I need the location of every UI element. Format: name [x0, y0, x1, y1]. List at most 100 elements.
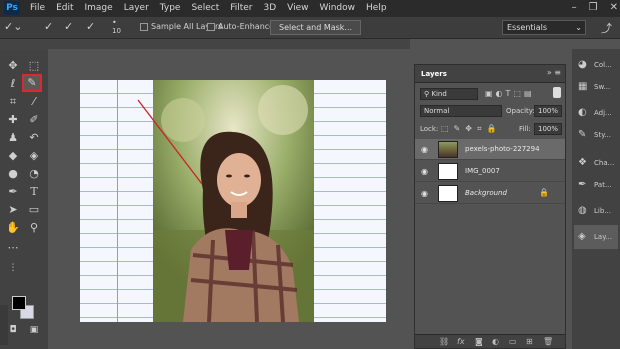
visibility-eye-icon[interactable]: ◉	[421, 145, 428, 154]
lasso-icon[interactable]: ℓ	[3, 75, 23, 93]
collapsed-panels-column: ◕ Col... ▦ Sw... ◐ Adj... ✎ Sty... ❖ Cha... ✒…	[572, 49, 620, 349]
canvas-area[interactable]	[48, 49, 413, 349]
layer-style-icon[interactable]: fx	[457, 337, 465, 346]
checkbox-icon	[140, 22, 148, 31]
paint-bucket-icon[interactable]: ◈	[24, 147, 44, 165]
styles-icon: ✎	[578, 129, 587, 140]
menu-3d[interactable]: 3D	[264, 3, 277, 13]
screen-mode-icon[interactable]: ▣	[24, 321, 44, 339]
quick-selection-icon[interactable]: ✎	[22, 74, 42, 92]
workspace-select[interactable]: Essentials ⌄	[502, 20, 586, 35]
lock-icons[interactable]: ⬚✎✥⌗🔒	[441, 124, 501, 134]
new-selection-icon[interactable]: ✓	[44, 20, 53, 33]
pointer-line	[137, 99, 203, 185]
layers-panel-title[interactable]: Layers	[421, 70, 447, 78]
lock-icon: 🔒	[539, 188, 549, 197]
new-group-icon[interactable]: ▭	[509, 337, 517, 346]
color-panel-button[interactable]: ◕ Col...	[574, 53, 618, 77]
menu-layer[interactable]: Layer	[124, 3, 149, 13]
swatches-panel-button[interactable]: ▦ Sw...	[574, 75, 618, 99]
kind-label: Kind	[431, 90, 447, 98]
libraries-panel-button[interactable]: ◍ Lib...	[574, 199, 618, 223]
close-button[interactable]: ✕	[610, 2, 618, 13]
layer-thumbnail	[438, 185, 458, 202]
layer-row[interactable]: ◉ pexels-photo-227294	[415, 139, 565, 160]
dodge-icon[interactable]: ◔	[24, 165, 44, 183]
pen-icon[interactable]: ✒	[3, 183, 23, 201]
styles-panel-button[interactable]: ✎ Sty...	[574, 123, 618, 147]
brush-size-icon[interactable]: •	[112, 18, 117, 27]
auto-enhance-checkbox[interactable]: Auto-Enhance	[207, 22, 274, 31]
crop-icon[interactable]: ⌗	[3, 93, 23, 111]
fill-label: Fill:	[519, 125, 531, 133]
menu-edit[interactable]: Edit	[56, 3, 73, 13]
zoom-icon[interactable]: ⚲	[24, 219, 44, 237]
marquee-icon[interactable]: ⬚	[24, 57, 44, 75]
photoshop-window: Ps File Edit Image Layer Type Select Fil…	[0, 0, 620, 349]
add-mask-icon[interactable]: ◙	[475, 337, 483, 346]
color-icon: ◕	[578, 59, 587, 70]
kind-filter-select[interactable]: ⚲ Kind	[420, 88, 478, 100]
quick-selection-preset-icon[interactable]: ✓⌄	[4, 20, 22, 33]
select-and-mask-button[interactable]: Select and Mask...	[270, 20, 362, 35]
path-selection-icon[interactable]: ➤	[3, 201, 23, 219]
edit-toolbar-icon[interactable]: ⋮	[3, 259, 23, 277]
share-icon[interactable]: ⤴	[601, 20, 612, 36]
menu-bar: Ps File Edit Image Layer Type Select Fil…	[0, 0, 620, 17]
adjustments-panel-button[interactable]: ◐ Adj...	[574, 101, 618, 125]
move-icon[interactable]: ✥	[3, 57, 23, 75]
menu-select[interactable]: Select	[191, 3, 219, 13]
link-layers-icon[interactable]: ⛓	[439, 337, 449, 346]
filter-toggle[interactable]	[553, 87, 561, 98]
document-canvas[interactable]	[80, 80, 386, 322]
healing-icon[interactable]: ✚	[3, 111, 23, 129]
more-tools-icon[interactable]: ⋯	[3, 239, 23, 257]
new-layer-icon[interactable]: ⊞	[526, 337, 533, 346]
layer-row[interactable]: ◉ Background 🔒	[415, 183, 565, 204]
workspace-label: Essentials	[507, 23, 548, 32]
visibility-eye-icon[interactable]: ◉	[421, 167, 428, 176]
menu-view[interactable]: View	[287, 3, 308, 13]
shape-icon[interactable]: ▭	[24, 201, 44, 219]
checkbox-icon	[207, 22, 215, 31]
clone-stamp-icon[interactable]: ♟	[3, 129, 23, 147]
blur-icon[interactable]: ●	[3, 165, 23, 183]
brush-size-value: 10	[112, 27, 121, 35]
tools-panel: ✥ ⬚ ℓ ✎ ⌗ ⁄ ✚ ✐ ♟ ↶ ◆ ◈ ● ◔ ✒ T ➤ ▭ ✋ ⚲ …	[0, 49, 48, 349]
chevron-down-icon: ⌄	[575, 23, 582, 32]
menu-window[interactable]: Window	[320, 3, 356, 13]
panel-menu-icon[interactable]: » ≡	[547, 68, 561, 77]
layer-row[interactable]: ◉ IMG_0007	[415, 161, 565, 182]
foreground-color-swatch[interactable]	[12, 296, 26, 310]
history-brush-icon[interactable]: ↶	[24, 129, 44, 147]
menu-image[interactable]: Image	[85, 3, 113, 13]
eyedropper-icon[interactable]: ⁄	[24, 93, 44, 111]
layers-panel: Layers » ≡ ⚲ Kind ▣◐T⬚▤ Normal Opacity: …	[414, 64, 566, 349]
menu-help[interactable]: Help	[366, 3, 387, 13]
menu-file[interactable]: File	[30, 3, 45, 13]
subtract-selection-icon[interactable]: ✓	[86, 20, 95, 33]
adjustment-layer-icon[interactable]: ◐	[492, 337, 499, 346]
layers-panel-button[interactable]: ◈ Lay...	[574, 225, 618, 249]
delete-layer-icon[interactable]: 🗑	[543, 337, 553, 346]
visibility-eye-icon[interactable]: ◉	[421, 189, 428, 198]
type-icon[interactable]: T	[24, 183, 44, 201]
filter-icons[interactable]: ▣◐T⬚▤	[485, 89, 535, 98]
menu-filter[interactable]: Filter	[230, 3, 252, 13]
channels-panel-button[interactable]: ❖ Cha...	[574, 151, 618, 175]
brush-icon[interactable]: ✐	[24, 111, 44, 129]
layer-thumbnail	[438, 163, 458, 180]
minimize-button[interactable]: –	[572, 2, 577, 13]
eraser-icon[interactable]: ◆	[3, 147, 23, 165]
menu-type[interactable]: Type	[160, 3, 181, 13]
paths-panel-button[interactable]: ✒ Pat...	[574, 173, 618, 197]
add-to-selection-icon[interactable]: ✓	[64, 20, 73, 33]
hand-icon[interactable]: ✋	[3, 219, 23, 237]
opacity-input[interactable]: 100%	[534, 105, 562, 117]
document-tab-strip	[0, 39, 410, 49]
restore-button[interactable]: ❐	[589, 2, 598, 13]
fill-input[interactable]: 100%	[534, 123, 562, 135]
vertical-ruler	[0, 305, 8, 345]
blend-mode-select[interactable]: Normal	[420, 105, 502, 117]
auto-enhance-label: Auto-Enhance	[218, 22, 275, 31]
